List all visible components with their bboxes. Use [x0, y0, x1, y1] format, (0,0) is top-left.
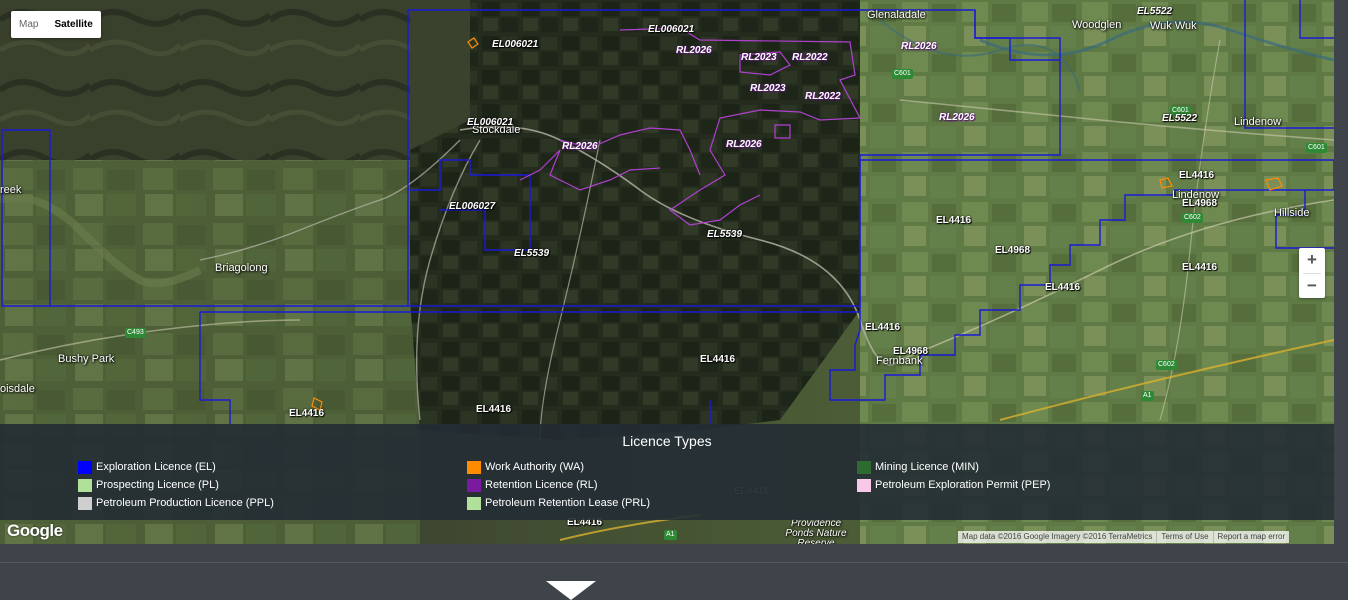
legend-item-label: Exploration Licence (EL) — [96, 461, 216, 473]
legend-swatch — [78, 461, 92, 474]
legend-item-label: Work Authority (WA) — [485, 461, 585, 473]
map-attribution: Map data ©2016 Google Imagery ©2016 Terr… — [958, 531, 1290, 543]
satellite-map[interactable]: Glenaladale Woodglen Wuk Wuk Lindenow Li… — [0, 0, 1334, 544]
zoom-in-button[interactable]: + — [1299, 248, 1325, 273]
road-shield-c602: C602 — [1156, 360, 1177, 370]
report-map-error-link[interactable]: Report a map error — [1214, 531, 1290, 543]
legend-item-label: Prospecting Licence (PL) — [96, 479, 219, 491]
road-shield-c601: C601 — [1306, 143, 1327, 153]
map-data-attribution: Map data ©2016 Google Imagery ©2016 Terr… — [958, 531, 1158, 543]
legend-item-label: Petroleum Retention Lease (PRL) — [485, 497, 651, 509]
legend-item-label: Mining Licence (MIN) — [875, 461, 979, 473]
map-type-satellite-button[interactable]: Satellite — [46, 11, 100, 38]
road-shield-c602: C602 — [1182, 213, 1203, 223]
legend-item-prospecting: Prospecting Licence (PL) — [78, 479, 219, 492]
legend-item-petroleum-exploration: Petroleum Exploration Permit (PEP) — [857, 479, 1050, 492]
licence-types-legend: Licence Types Exploration Licence (EL) W… — [0, 424, 1334, 520]
zoom-control: + − — [1299, 248, 1325, 298]
legend-title: Licence Types — [622, 433, 712, 449]
map-type-map-button[interactable]: Map — [11, 11, 46, 38]
zoom-out-button[interactable]: − — [1299, 274, 1325, 299]
legend-item-mining: Mining Licence (MIN) — [857, 461, 979, 474]
road-shield-c601: C601 — [1170, 106, 1191, 116]
road-shield-c493: C493 — [125, 328, 146, 338]
map-type-control: Map Satellite — [11, 11, 101, 38]
road-shield-a1: A1 — [1141, 391, 1154, 401]
legend-item-petroleum-retention: Petroleum Retention Lease (PRL) — [467, 497, 650, 510]
legend-swatch — [467, 497, 481, 510]
legend-item-retention: Retention Licence (RL) — [467, 479, 598, 492]
legend-item-petroleum-production: Petroleum Production Licence (PPL) — [78, 497, 274, 510]
panel-divider — [0, 562, 1348, 563]
road-shield-c601: C601 — [892, 69, 913, 79]
legend-item-label: Petroleum Production Licence (PPL) — [96, 497, 274, 509]
legend-item-exploration: Exploration Licence (EL) — [78, 461, 216, 474]
legend-swatch — [467, 461, 481, 474]
terms-of-use-link[interactable]: Terms of Use — [1157, 531, 1214, 543]
panel-toggle-arrow-icon[interactable] — [546, 581, 596, 600]
road-shield-a1: A1 — [664, 530, 677, 540]
google-logo[interactable]: Google — [7, 521, 63, 541]
legend-item-label: Retention Licence (RL) — [485, 479, 598, 491]
legend-swatch — [857, 461, 871, 474]
legend-swatch — [857, 479, 871, 492]
legend-swatch — [78, 479, 92, 492]
legend-item-label: Petroleum Exploration Permit (PEP) — [875, 479, 1051, 491]
legend-item-work-authority: Work Authority (WA) — [467, 461, 584, 474]
legend-swatch — [78, 497, 92, 510]
legend-swatch — [467, 479, 481, 492]
